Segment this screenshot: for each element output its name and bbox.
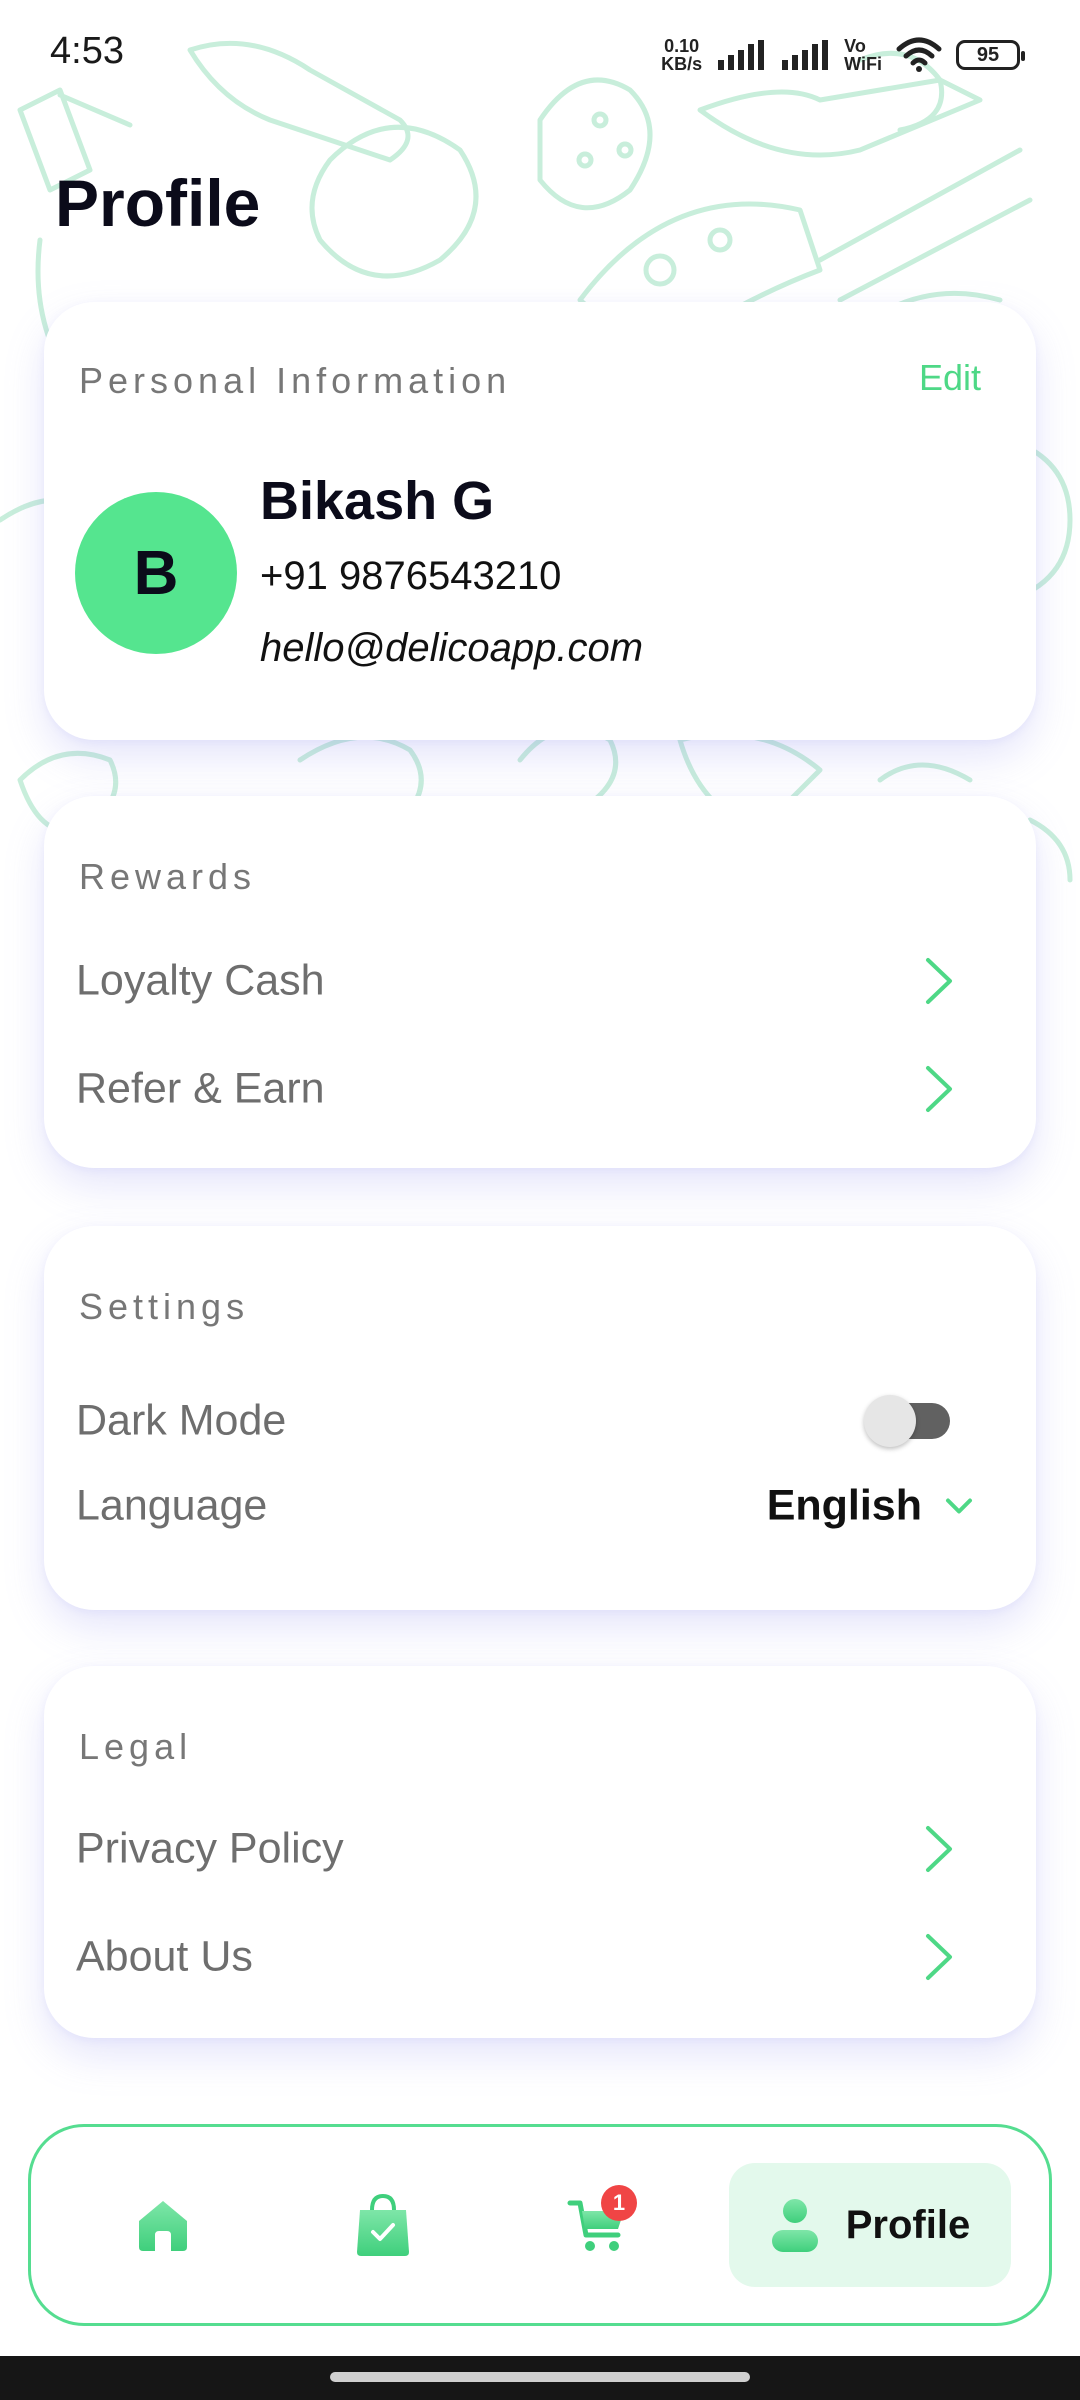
dark-mode-toggle[interactable] bbox=[864, 1395, 950, 1447]
chevron-right-icon bbox=[926, 1826, 952, 1872]
avatar: B bbox=[75, 492, 237, 654]
system-nav-bar bbox=[0, 2356, 1080, 2400]
shopping-bag-icon bbox=[357, 2193, 409, 2256]
rewards-heading: Rewards bbox=[79, 856, 257, 897]
vowifi-indicator: Vo WiFi bbox=[844, 37, 882, 73]
settings-card: Settings Dark Mode Language English bbox=[44, 1226, 1036, 1610]
settings-heading: Settings bbox=[79, 1286, 250, 1327]
network-speed-unit: KB/s bbox=[661, 54, 703, 74]
legal-heading: Legal bbox=[79, 1726, 193, 1767]
personal-info-heading: Personal Information bbox=[79, 360, 512, 401]
home-icon bbox=[139, 2201, 187, 2251]
vowifi-bottom: WiFi bbox=[844, 54, 882, 74]
legal-card: Legal Privacy Policy About Us bbox=[44, 1666, 1036, 2038]
nav-orders[interactable] bbox=[321, 2163, 445, 2287]
loyalty-cash-label: Loyalty Cash bbox=[76, 956, 325, 1005]
language-value: English bbox=[766, 1481, 922, 1530]
edit-button[interactable]: Edit bbox=[919, 357, 981, 399]
network-speed: 0.10 KB/s bbox=[661, 37, 702, 73]
signal-icon bbox=[718, 40, 765, 70]
status-bar: 4:53 0.10 KB/s Vo WiFi 95 bbox=[0, 0, 1080, 110]
chevron-right-icon bbox=[926, 1066, 952, 1112]
network-speed-value: 0.10 bbox=[664, 36, 700, 56]
language-label: Language bbox=[76, 1481, 268, 1530]
nav-home[interactable] bbox=[101, 2163, 225, 2287]
bottom-nav: 1 Profile bbox=[28, 2124, 1052, 2326]
cart-badge: 1 bbox=[601, 2185, 637, 2221]
user-email: hello@delicoapp.com bbox=[260, 626, 644, 670]
battery-indicator: 95 bbox=[956, 40, 1025, 70]
dark-mode-row: Dark Mode bbox=[44, 1376, 1036, 1466]
home-indicator[interactable] bbox=[330, 2372, 750, 2382]
chevron-right-icon bbox=[926, 958, 952, 1004]
nav-profile[interactable]: Profile bbox=[729, 2163, 1011, 2287]
dark-mode-label: Dark Mode bbox=[76, 1396, 287, 1445]
signal-icon bbox=[782, 40, 829, 70]
status-time: 4:53 bbox=[50, 30, 124, 72]
user-phone: +91 9876543210 bbox=[260, 554, 562, 598]
chevron-down-icon bbox=[946, 1498, 972, 1513]
profile-icon bbox=[771, 2199, 818, 2252]
toggle-knob bbox=[864, 1395, 916, 1447]
nav-cart[interactable]: 1 bbox=[535, 2163, 659, 2287]
page-title: Profile bbox=[55, 166, 261, 240]
user-name: Bikash G bbox=[260, 471, 495, 531]
profile-screen: 4:53 0.10 KB/s Vo WiFi 95 Profile Person… bbox=[0, 0, 1080, 2400]
privacy-policy-row[interactable]: Privacy Policy bbox=[44, 1804, 1036, 1894]
nav-profile-label: Profile bbox=[845, 2202, 971, 2247]
wifi-icon bbox=[896, 37, 942, 72]
status-icons: 0.10 KB/s Vo WiFi 95 bbox=[661, 34, 1025, 76]
about-us-row[interactable]: About Us bbox=[44, 1912, 1036, 2002]
personal-info-card: Personal Information Edit B Bikash G +91… bbox=[44, 302, 1036, 740]
refer-earn-label: Refer & Earn bbox=[76, 1064, 325, 1113]
privacy-policy-label: Privacy Policy bbox=[76, 1824, 344, 1873]
vowifi-top: Vo bbox=[844, 36, 866, 56]
chevron-right-icon bbox=[926, 1934, 952, 1980]
rewards-card: Rewards Loyalty Cash Refer & Earn bbox=[44, 796, 1036, 1168]
loyalty-cash-row[interactable]: Loyalty Cash bbox=[44, 936, 1036, 1026]
language-select[interactable]: English bbox=[767, 1482, 974, 1531]
language-row: Language English bbox=[44, 1461, 1036, 1551]
about-us-label: About Us bbox=[76, 1932, 253, 1981]
refer-earn-row[interactable]: Refer & Earn bbox=[44, 1044, 1036, 1134]
